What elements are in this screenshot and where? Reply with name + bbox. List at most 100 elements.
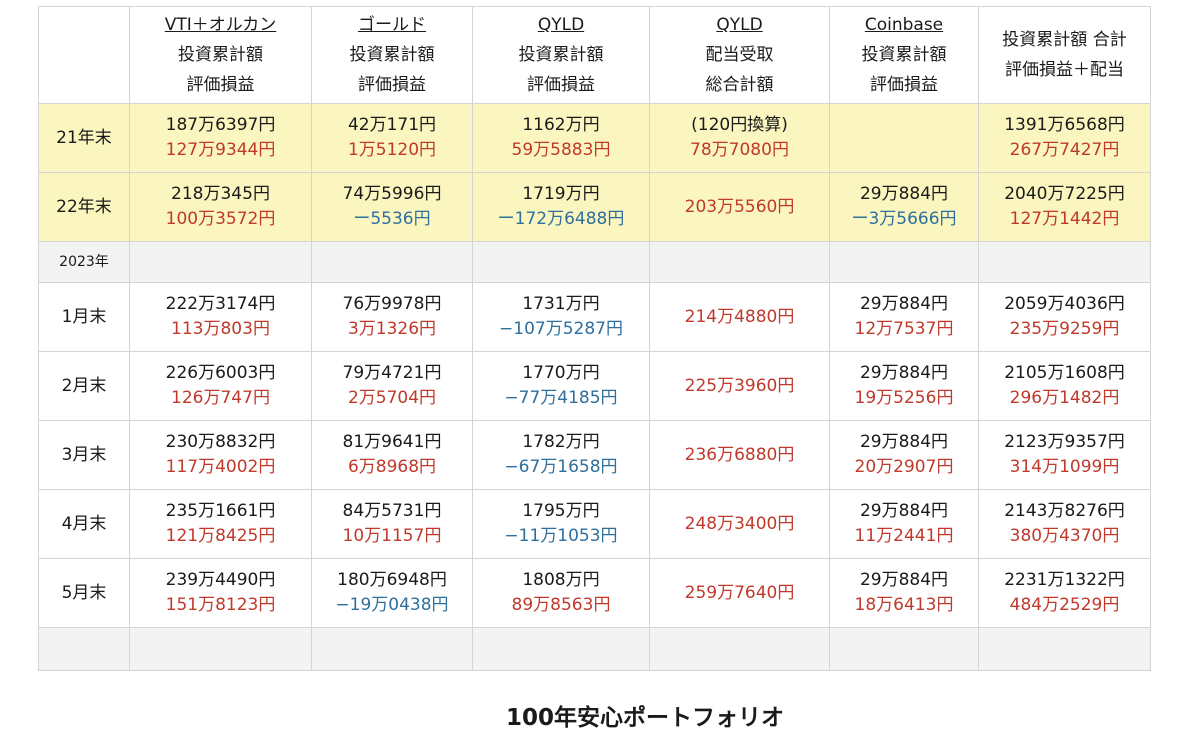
table-cell: 81万9641円 6万8968円: [311, 420, 473, 490]
row-label: 1月末: [38, 282, 130, 352]
row-label: [38, 627, 130, 671]
table-cell: [472, 241, 650, 283]
table-cell: 2105万1608円 296万1482円: [978, 351, 1151, 421]
column-name: QYLD: [716, 15, 763, 35]
amount-value: 1731万円: [522, 294, 600, 314]
loss-value: −19万0438円: [335, 595, 449, 615]
table-cell: 29万884円 20万2907円: [829, 420, 979, 490]
table-cell: 259万7640円: [649, 558, 830, 628]
table-cell: [129, 627, 312, 671]
table-cell: 1808万円 89万8563円: [472, 558, 650, 628]
profit-value: 314万1099円: [1009, 457, 1120, 477]
table-cell: 214万4880円: [649, 282, 830, 352]
column-subtitle: 評価損益: [186, 75, 255, 95]
amount-value: 29万884円: [859, 432, 949, 452]
amount-value: 2040万7225円: [1004, 184, 1125, 204]
table-cell: 42万171円 1万5120円: [311, 103, 473, 173]
table-cell: 29万884円 12万7537円: [829, 282, 979, 352]
table-row: 2月末 226万6003円 126万747円 79万4721円 2万5704円 1770万…: [38, 351, 1151, 421]
loss-value: −77万4185円: [504, 388, 618, 408]
profit-value: 225万3960円: [684, 375, 795, 396]
amount-value: 2105万1608円: [1004, 363, 1125, 383]
table-cell: 2123万9357円 314万1099円: [978, 420, 1151, 490]
column-name: ゴールド: [358, 15, 426, 35]
table-cell: 2059万4036円 235万9259円: [978, 282, 1151, 352]
profit-value: 117万4002円: [165, 457, 276, 477]
column-header: VTI＋オルカン 投資累計額 評価損益: [129, 6, 312, 104]
profit-value: 236万6880円: [684, 444, 795, 465]
empty-row: [38, 627, 1151, 671]
profit-value: 248万3400円: [684, 513, 795, 534]
table-cell: 1719万円ー172万6488円: [472, 172, 650, 242]
profit-value: 203万5560円: [684, 196, 795, 217]
amount-value: 84万5731円: [342, 501, 442, 521]
column-header: ゴールド 投資累計額 評価損益: [311, 6, 473, 104]
column-subtitle: 配当受取: [705, 45, 774, 65]
column-name: Coinbase: [864, 15, 944, 35]
amount-value: 1808万円: [522, 570, 600, 590]
table-body: VTI＋オルカン 投資累計額 評価損益 ゴールド 投資累計額 評価損益 QYLD…: [38, 6, 1151, 671]
column-subtitle: 投資累計額: [861, 45, 947, 65]
profit-value: 267万7427円: [1009, 140, 1120, 160]
table-cell: 1162万円 59万5883円: [472, 103, 650, 173]
amount-value: 1391万6568円: [1004, 115, 1125, 135]
profit-value: 296万1482円: [1009, 388, 1120, 408]
table-cell: [129, 241, 312, 283]
table-cell: 29万884円 19万5256円: [829, 351, 979, 421]
profit-value: 113万803円: [171, 319, 270, 339]
amount-value: 29万884円: [859, 363, 949, 383]
amount-value: 2143万8276円: [1004, 501, 1125, 521]
table-cell: 203万5560円: [649, 172, 830, 242]
profit-value: 235万9259円: [1009, 319, 1120, 339]
amount-value: 74万5996円: [342, 184, 442, 204]
profit-value: 121万8425円: [165, 526, 276, 546]
amount-value: 29万884円: [859, 501, 949, 521]
loss-value: −67万1658円: [504, 457, 618, 477]
profit-value: 18万6413円: [854, 595, 954, 615]
profit-value: 484万2529円: [1009, 595, 1120, 615]
column-name: 投資累計額 合計: [1002, 30, 1127, 50]
amount-value: 1719万円: [522, 184, 600, 204]
column-subtitle: 投資累計額: [518, 45, 604, 65]
table-cell: 79万4721円 2万5704円: [311, 351, 473, 421]
profit-value: 20万2907円: [854, 457, 954, 477]
table-cell: 1391万6568円 267万7427円: [978, 103, 1151, 173]
profit-value: 100万3572円: [165, 209, 276, 229]
table-cell: (120円換算) 78万7080円: [649, 103, 830, 173]
table-cell: [311, 241, 473, 283]
column-header: 投資累計額 合計 評価損益＋配当: [978, 6, 1151, 104]
table-row: 21年末 187万6397円 127万9344円 42万171円 1万5120円 1162…: [38, 103, 1151, 173]
amount-value: 81万9641円: [342, 432, 442, 452]
table-row: 4月末 235万1661円 121万8425円 84万5731円 10万1157円 179…: [38, 489, 1151, 559]
table-cell: [829, 627, 979, 671]
amount-value: (120円換算): [691, 115, 788, 135]
profit-value: 3万1326円: [347, 319, 437, 339]
column-subtitle: 評価損益＋配当: [1005, 60, 1124, 80]
table-cell: 236万6880円: [649, 420, 830, 490]
amount-value: 239万4490円: [165, 570, 276, 590]
row-label: 21年末: [38, 103, 130, 173]
row-label: 2023年: [38, 241, 130, 283]
table-cell: 187万6397円 127万9344円: [129, 103, 312, 173]
table-cell: 235万1661円 121万8425円: [129, 489, 312, 559]
table-cell: 76万9978円 3万1326円: [311, 282, 473, 352]
profit-value: 127万1442円: [1009, 209, 1120, 229]
table-cell: 218万345円 100万3572円: [129, 172, 312, 242]
amount-value: 1770万円: [522, 363, 600, 383]
table-cell: 29万884円 11万2441円: [829, 489, 979, 559]
table-cell: [649, 241, 830, 283]
profit-value: 214万4880円: [684, 306, 795, 327]
loss-value: ー172万6488円: [497, 209, 625, 229]
table-cell: 225万3960円: [649, 351, 830, 421]
table-cell: 222万3174円 113万803円: [129, 282, 312, 352]
portfolio-table: VTI＋オルカン 投資累計額 評価損益 ゴールド 投資累計額 評価損益 QYLD…: [38, 6, 1151, 671]
table-cell: 84万5731円 10万1157円: [311, 489, 473, 559]
loss-value: −107万5287円: [499, 319, 623, 339]
profit-value: 126万747円: [171, 388, 270, 408]
column-name: VTI＋オルカン: [164, 15, 277, 35]
profit-value: 11万2441円: [854, 526, 954, 546]
table-cell: 226万6003円 126万747円: [129, 351, 312, 421]
table-cell: [829, 103, 979, 173]
loss-value: ー5536円: [353, 209, 431, 229]
column-subtitle: 評価損益: [870, 75, 938, 95]
